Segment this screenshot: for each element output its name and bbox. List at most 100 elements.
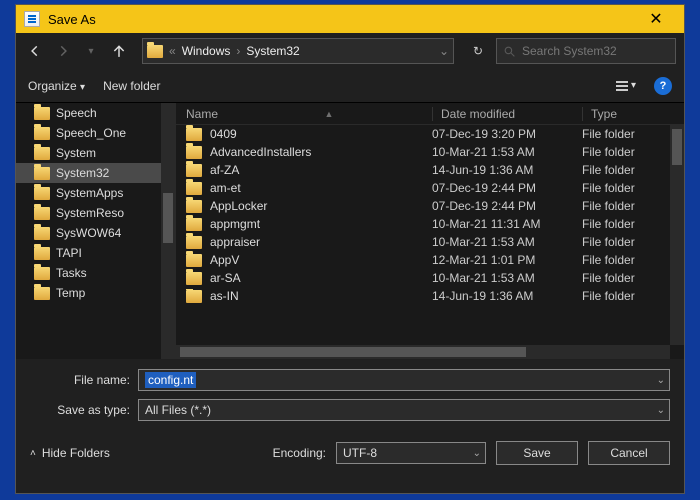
file-row[interactable]: ar-SA10-Mar-21 1:53 AMFile folder	[176, 269, 684, 287]
col-date[interactable]: Date modified	[432, 107, 582, 121]
tree-item-syswow64[interactable]: SysWOW64	[16, 223, 175, 243]
filename-value: config.nt	[145, 372, 196, 388]
file-type: File folder	[582, 235, 684, 249]
folder-icon	[34, 267, 50, 280]
folder-icon	[186, 128, 202, 141]
file-row[interactable]: AppV12-Mar-21 1:01 PMFile folder	[176, 251, 684, 269]
column-headers: Name▲ Date modified Type	[176, 103, 684, 125]
folder-icon	[34, 287, 50, 300]
back-button[interactable]	[24, 40, 46, 62]
tree-item-label: SystemApps	[56, 186, 123, 200]
file-name: am-et	[210, 181, 241, 195]
file-type: File folder	[582, 199, 684, 213]
folder-tree[interactable]: Speech Speech_One System System32 SystemApps…	[16, 103, 176, 359]
nav-row: ▾ « Windows › System32 ⌄ ↻ Search System…	[16, 33, 684, 69]
file-type: File folder	[582, 127, 684, 141]
save-button[interactable]: Save	[496, 441, 578, 465]
chevron-down-icon[interactable]: ⌄	[473, 448, 481, 459]
recent-dropdown[interactable]: ▾	[80, 40, 102, 62]
tree-item-label: TAPI	[56, 246, 82, 260]
help-button[interactable]: ?	[654, 77, 672, 95]
list-hscrollbar[interactable]	[176, 345, 670, 359]
cancel-button[interactable]: Cancel	[588, 441, 670, 465]
file-row[interactable]: appmgmt10-Mar-21 11:31 AMFile folder	[176, 215, 684, 233]
save-as-dialog: Save As ✕ ▾ « Windows › System32 ⌄ ↻ Sea…	[15, 4, 685, 494]
refresh-button[interactable]: ↻	[466, 44, 490, 58]
sort-asc-icon: ▲	[325, 109, 334, 119]
file-row[interactable]: appraiser10-Mar-21 1:53 AMFile folder	[176, 233, 684, 251]
forward-button[interactable]	[52, 40, 74, 62]
folder-icon	[186, 146, 202, 159]
file-list: Name▲ Date modified Type 0409 07-Dec-19 3…	[176, 103, 684, 359]
folder-icon	[186, 200, 202, 213]
folder-icon	[186, 164, 202, 177]
tree-item-label: System	[56, 146, 96, 160]
list-vscrollbar[interactable]	[670, 125, 684, 345]
tree-item-systemreso[interactable]: SystemReso	[16, 203, 175, 223]
view-options-button[interactable]: ▾	[616, 80, 636, 91]
col-name[interactable]: Name▲	[186, 107, 432, 121]
file-row[interactable]: AppLocker07-Dec-19 2:44 PMFile folder	[176, 197, 684, 215]
folder-icon	[34, 227, 50, 240]
up-button[interactable]	[108, 40, 130, 62]
search-placeholder: Search System32	[522, 44, 617, 58]
file-row[interactable]: AdvancedInstallers10-Mar-21 1:53 AMFile …	[176, 143, 684, 161]
tree-item-system[interactable]: System	[16, 143, 175, 163]
file-name: AdvancedInstallers	[210, 145, 311, 159]
file-date: 07-Dec-19 3:20 PM	[432, 127, 582, 141]
file-row[interactable]: am-et 07-Dec-19 2:44 PMFile folder	[176, 179, 684, 197]
tree-item-tapi[interactable]: TAPI	[16, 243, 175, 263]
encoding-value: UTF-8	[343, 446, 377, 460]
tree-item-temp[interactable]: Temp	[16, 283, 175, 303]
file-type: File folder	[582, 163, 684, 177]
tree-item-speech_one[interactable]: Speech_One	[16, 123, 175, 143]
chevron-down-icon[interactable]: ⌄	[439, 44, 449, 58]
search-input[interactable]: Search System32	[496, 38, 676, 64]
chevron-down-icon[interactable]: ⌄	[657, 405, 665, 416]
file-name: 0409	[210, 127, 237, 141]
address-bar[interactable]: « Windows › System32 ⌄	[142, 38, 454, 64]
new-folder-button[interactable]: New folder	[103, 79, 160, 93]
organize-menu[interactable]: Organize ▾	[28, 79, 85, 93]
close-button[interactable]: ✕	[636, 9, 676, 29]
file-browser-body: Speech Speech_One System System32 SystemApps…	[16, 103, 684, 359]
saveastype-select[interactable]: All Files (*.*) ⌄	[138, 399, 670, 421]
tree-item-label: Speech_One	[56, 126, 126, 140]
file-date: 10-Mar-21 11:31 AM	[432, 217, 582, 231]
chevron-up-icon: ˄	[30, 448, 36, 459]
file-date: 07-Dec-19 2:44 PM	[432, 181, 582, 195]
breadcrumb-prefix: «	[169, 44, 176, 58]
chevron-down-icon[interactable]: ⌄	[657, 375, 665, 386]
breadcrumb-seg-windows[interactable]: Windows	[182, 44, 231, 58]
folder-icon	[186, 290, 202, 303]
file-row[interactable]: 0409 07-Dec-19 3:20 PMFile folder	[176, 125, 684, 143]
folder-icon	[186, 218, 202, 231]
tree-item-label: SysWOW64	[56, 226, 121, 240]
file-name: appraiser	[210, 235, 260, 249]
titlebar[interactable]: Save As ✕	[16, 5, 684, 33]
breadcrumb-seg-system32[interactable]: System32	[246, 44, 299, 58]
file-name: as-IN	[210, 289, 239, 303]
tree-item-systemapps[interactable]: SystemApps	[16, 183, 175, 203]
form-area: File name: config.nt ⌄ Save as type: All…	[16, 359, 684, 435]
footer: ˄ Hide Folders Encoding: UTF-8 ⌄ Save Ca…	[16, 435, 684, 477]
file-row[interactable]: af-ZA14-Jun-19 1:36 AMFile folder	[176, 161, 684, 179]
tree-item-system32[interactable]: System32	[16, 163, 175, 183]
folder-icon	[34, 247, 50, 260]
tree-item-label: Temp	[56, 286, 85, 300]
file-date: 10-Mar-21 1:53 AM	[432, 145, 582, 159]
tree-item-tasks[interactable]: Tasks	[16, 263, 175, 283]
file-type: File folder	[582, 181, 684, 195]
file-type: File folder	[582, 217, 684, 231]
search-icon	[503, 45, 516, 58]
hide-folders-toggle[interactable]: ˄ Hide Folders	[30, 446, 110, 460]
file-row[interactable]: as-IN14-Jun-19 1:36 AMFile folder	[176, 287, 684, 305]
tree-item-speech[interactable]: Speech	[16, 103, 175, 123]
file-date: 12-Mar-21 1:01 PM	[432, 253, 582, 267]
folder-icon	[186, 182, 202, 195]
file-name: AppV	[210, 253, 239, 267]
encoding-select[interactable]: UTF-8 ⌄	[336, 442, 486, 464]
col-type[interactable]: Type	[582, 107, 684, 121]
tree-scrollbar[interactable]	[161, 103, 175, 359]
filename-input[interactable]: config.nt ⌄	[138, 369, 670, 391]
